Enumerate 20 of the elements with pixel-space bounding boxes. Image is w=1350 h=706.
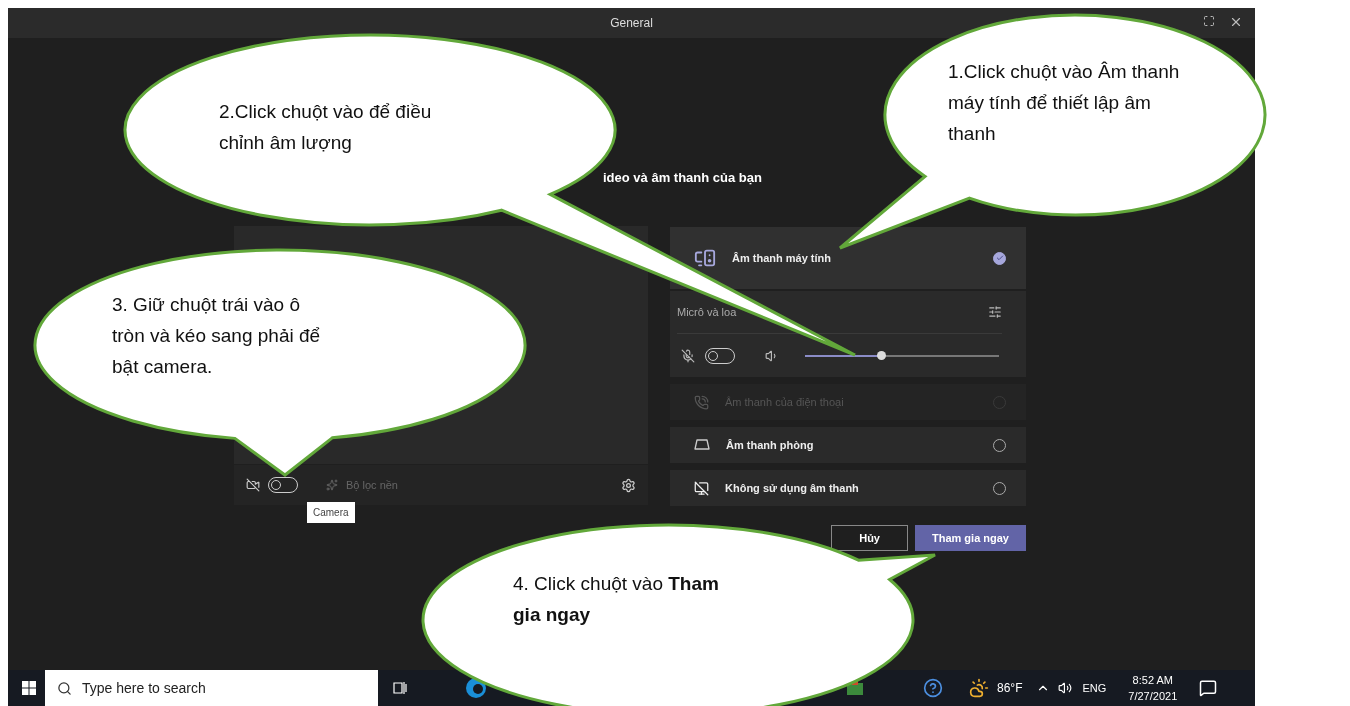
window-title: General [610, 16, 653, 30]
option-label: Âm thanh phòng [726, 439, 815, 451]
callout-text: 2.Click chuột vào để điều chỉnh âm lượng [219, 100, 433, 155]
audio-option[interactable]: Không sử dụng âm thanh [670, 470, 1026, 506]
search-field[interactable]: Type here to search [45, 670, 378, 706]
callout-text: 4. Click chuột vào Tham gia ngay [513, 572, 720, 627]
device-label: Micrô và loa [677, 306, 737, 318]
audio-option[interactable]: Âm thanh máy tính [670, 227, 1026, 289]
option-label: Âm thanh máy tính [732, 252, 832, 264]
temperature[interactable]: 86°F [997, 681, 1023, 695]
audio-option[interactable]: Âm thanh phòng [670, 427, 1026, 463]
language[interactable]: ENG [1082, 682, 1107, 694]
cancel-button[interactable]: Hủy [831, 525, 908, 551]
callout-text: 1.Click chuột vào Âm thanh máy tính để thiết lập âm thanh [948, 60, 1181, 146]
heading: ideo và âm thanh của bạn [603, 170, 763, 185]
option-label: Không sử dụng âm thanh [725, 482, 860, 494]
tooltip: Camera [307, 502, 355, 523]
clock[interactable]: 8:52 AM 7/27/2021 [1128, 672, 1178, 704]
callout-text: 3. Giữ chuột trái vào ô tròn và kéo sang phải để bật camera. [112, 293, 322, 379]
join-button[interactable]: Tham gia ngay [914, 525, 1026, 551]
